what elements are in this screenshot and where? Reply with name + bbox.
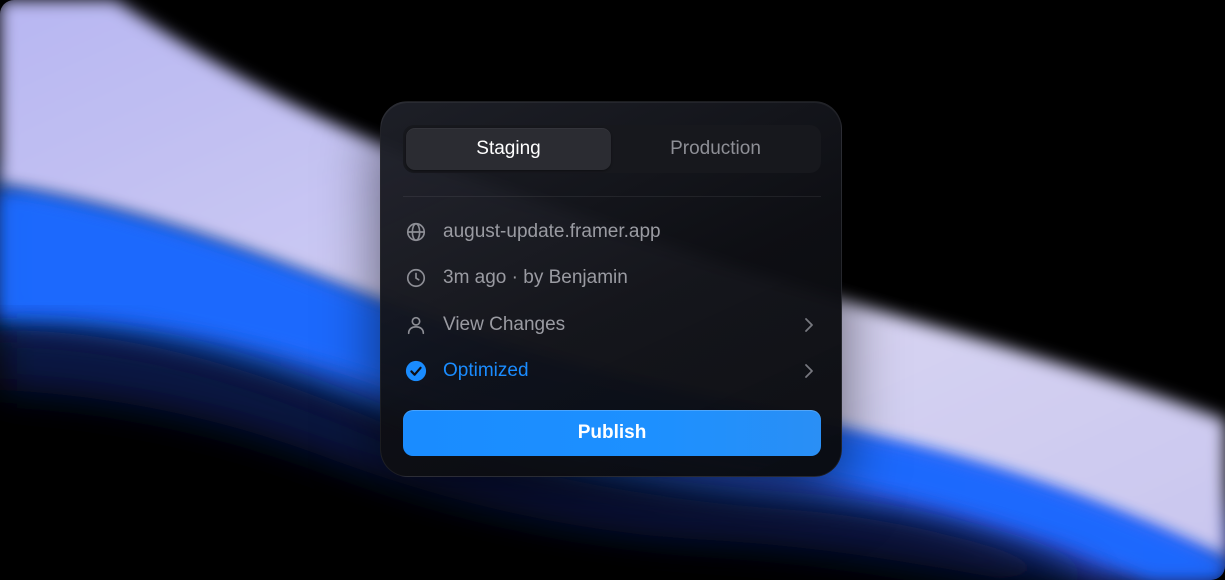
view-changes-label: View Changes (443, 314, 566, 335)
domain-row: august-update.framer.app (403, 217, 821, 247)
view-changes-row[interactable]: View Changes (403, 310, 821, 340)
clock-icon (403, 265, 429, 291)
chevron-right-icon (799, 315, 819, 335)
chevron-right-icon (799, 361, 819, 381)
check-circle-icon (403, 358, 429, 384)
domain-label: august-update.framer.app (443, 221, 661, 242)
deploy-panel: Staging Production august-update.framer.… (380, 101, 842, 477)
optimized-row[interactable]: Optimized (403, 356, 821, 386)
timestamp-label: 3m ago · by Benjamin (443, 267, 628, 288)
divider (403, 196, 821, 197)
user-icon (403, 312, 429, 338)
environment-tabs: Staging Production (403, 125, 821, 173)
timestamp-row: 3m ago · by Benjamin (403, 263, 821, 293)
globe-icon (403, 219, 429, 245)
hero-canvas: Staging Production august-update.framer.… (0, 0, 1225, 580)
tab-staging[interactable]: Staging (406, 128, 611, 170)
publish-button[interactable]: Publish (403, 410, 821, 456)
optimized-label: Optimized (443, 360, 529, 381)
tab-production[interactable]: Production (613, 128, 818, 170)
